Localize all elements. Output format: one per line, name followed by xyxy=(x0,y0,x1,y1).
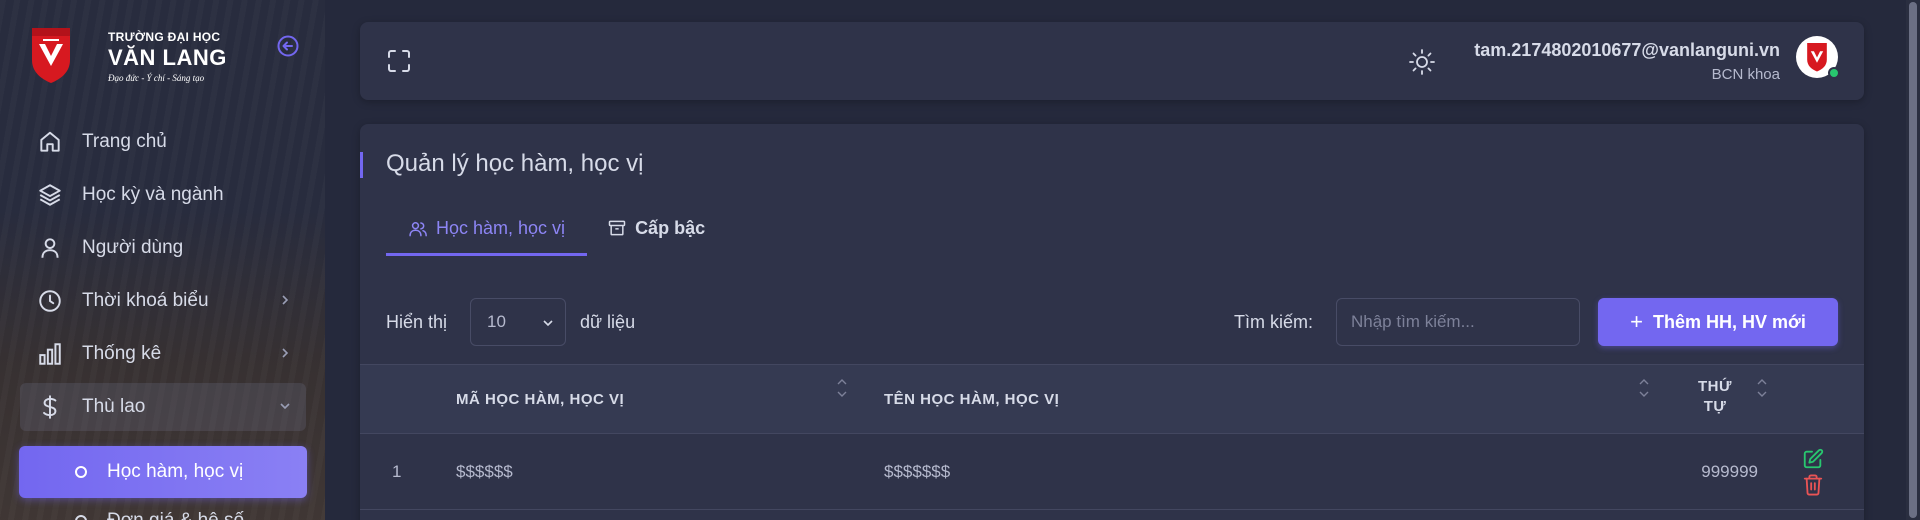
chevron-right-icon xyxy=(282,348,289,358)
table-row: 1 $$$$$$ $$$$$$$ 999999 xyxy=(360,434,1864,510)
sidebar-subitem-unit-price[interactable]: Đơn giá & hệ số xyxy=(19,506,307,520)
brand-slogan: Đạo đức - Ý chí - Sáng tạo xyxy=(108,73,205,83)
dollar-icon xyxy=(36,393,64,421)
tab-ranks[interactable]: Cấp bậc xyxy=(587,204,727,252)
circle-icon xyxy=(75,466,87,478)
collapse-sidebar-icon[interactable] xyxy=(276,34,300,58)
bar-chart-icon xyxy=(36,340,64,368)
users-icon xyxy=(408,219,428,239)
sidebar-item-label: Trang chủ xyxy=(82,131,167,152)
page-title: Quản lý học hàm, học vị xyxy=(386,150,644,177)
row-order: 999999 xyxy=(1701,462,1758,481)
circle-icon xyxy=(75,515,87,520)
chevron-down-icon xyxy=(543,320,553,327)
entries-suffix-label: dữ liệu xyxy=(580,312,636,332)
sidebar-item-label: Thù lao xyxy=(82,396,146,417)
column-header-code[interactable]: MÃ HỌC HÀM, HỌC VỊ xyxy=(456,391,624,408)
sidebar-item-label: Thời khoá biểu xyxy=(82,290,209,311)
top-navbar: tam.2174802010677@vanlanguni.vn BCN khoa xyxy=(360,22,1864,100)
sidebar-subitem-label: Đơn giá & hệ số xyxy=(107,510,244,520)
sidebar-item-label: Học kỳ và ngành xyxy=(82,184,224,205)
clock-icon xyxy=(36,287,64,315)
plus-icon: + xyxy=(1630,309,1644,334)
show-entries-label: Hiển thị xyxy=(386,312,448,332)
tab-label: Học hàm, học vị xyxy=(436,218,566,238)
sort-icon[interactable] xyxy=(1638,377,1650,399)
university-shield-icon xyxy=(1807,43,1827,72)
content-card: Quản lý học hàm, học vị Học hàm, học vị … xyxy=(360,124,1864,520)
sidebar-item-home[interactable]: Trang chủ xyxy=(20,118,306,166)
tab-academic-titles[interactable]: Học hàm, học vị xyxy=(386,204,588,256)
brand-line1: TRƯỜNG ĐẠI HỌC xyxy=(108,30,221,44)
tab-label: Cấp bậc xyxy=(635,217,706,238)
sidebar-item-remuneration[interactable]: Thù lao xyxy=(20,383,306,431)
column-header-order[interactable]: THỨ TỰ xyxy=(1688,377,1742,417)
sidebar-subitem-label: Học hàm, học vị xyxy=(107,461,244,482)
table-header: MÃ HỌC HÀM, HỌC VỊ TÊN HỌC HÀM, HỌC VỊ T… xyxy=(360,364,1864,434)
sort-icon[interactable] xyxy=(1756,377,1768,399)
sidebar-item-statistics[interactable]: Thống kê xyxy=(20,330,306,378)
chevron-right-icon xyxy=(282,295,289,305)
sun-icon[interactable] xyxy=(1408,48,1436,76)
edit-icon[interactable] xyxy=(1802,448,1824,470)
trash-icon[interactable] xyxy=(1803,474,1823,496)
column-header-name[interactable]: TÊN HỌC HÀM, HỌC VỊ xyxy=(884,391,1059,408)
title-accent-bar xyxy=(360,152,363,178)
sidebar-item-users[interactable]: Người dùng xyxy=(20,224,306,272)
sidebar: TRƯỜNG ĐẠI HỌC VĂN LANG Đạo đức - Ý chí … xyxy=(0,0,325,520)
university-shield-icon xyxy=(32,28,70,83)
user-role: BCN khoa xyxy=(1711,66,1780,83)
layers-icon xyxy=(36,181,64,209)
sort-icon[interactable] xyxy=(836,377,848,399)
archive-icon xyxy=(607,218,627,238)
avatar[interactable] xyxy=(1796,36,1840,79)
brand-logo[interactable]: TRƯỜNG ĐẠI HỌC VĂN LANG Đạo đức - Ý chí … xyxy=(28,26,227,84)
tab-list: Học hàm, học vị Cấp bậc xyxy=(386,204,727,256)
search-input[interactable] xyxy=(1336,298,1580,346)
row-name: $$$$$$$ xyxy=(884,462,951,481)
user-email: tam.2174802010677@vanlanguni.vn xyxy=(1474,40,1780,60)
page-size-select[interactable]: 10 xyxy=(470,298,566,346)
sidebar-item-label: Thống kê xyxy=(82,343,162,364)
fullscreen-icon[interactable] xyxy=(386,48,412,74)
chevron-down-icon xyxy=(280,403,290,410)
add-academic-title-button[interactable]: + Thêm HH, HV mới xyxy=(1598,298,1838,346)
sidebar-item-semesters[interactable]: Học kỳ và ngành xyxy=(20,171,306,219)
page-scrollbar[interactable] xyxy=(1906,0,1920,520)
user-icon xyxy=(36,234,64,262)
page-size-value: 10 xyxy=(487,312,506,331)
sidebar-subitem-academic-titles[interactable]: Học hàm, học vị xyxy=(19,446,307,498)
scrollbar-thumb[interactable] xyxy=(1909,2,1917,518)
sidebar-item-label: Người dùng xyxy=(82,237,184,258)
add-button-label: Thêm HH, HV mới xyxy=(1653,311,1806,332)
search-label: Tìm kiếm: xyxy=(1234,312,1313,332)
row-index: 1 xyxy=(392,462,402,481)
sidebar-item-timetable[interactable]: Thời khoá biểu xyxy=(20,277,306,325)
row-code: $$$$$$ xyxy=(456,462,513,481)
online-status-dot xyxy=(1828,67,1840,79)
home-icon xyxy=(36,128,64,156)
brand-name: VĂN LANG xyxy=(108,45,227,70)
